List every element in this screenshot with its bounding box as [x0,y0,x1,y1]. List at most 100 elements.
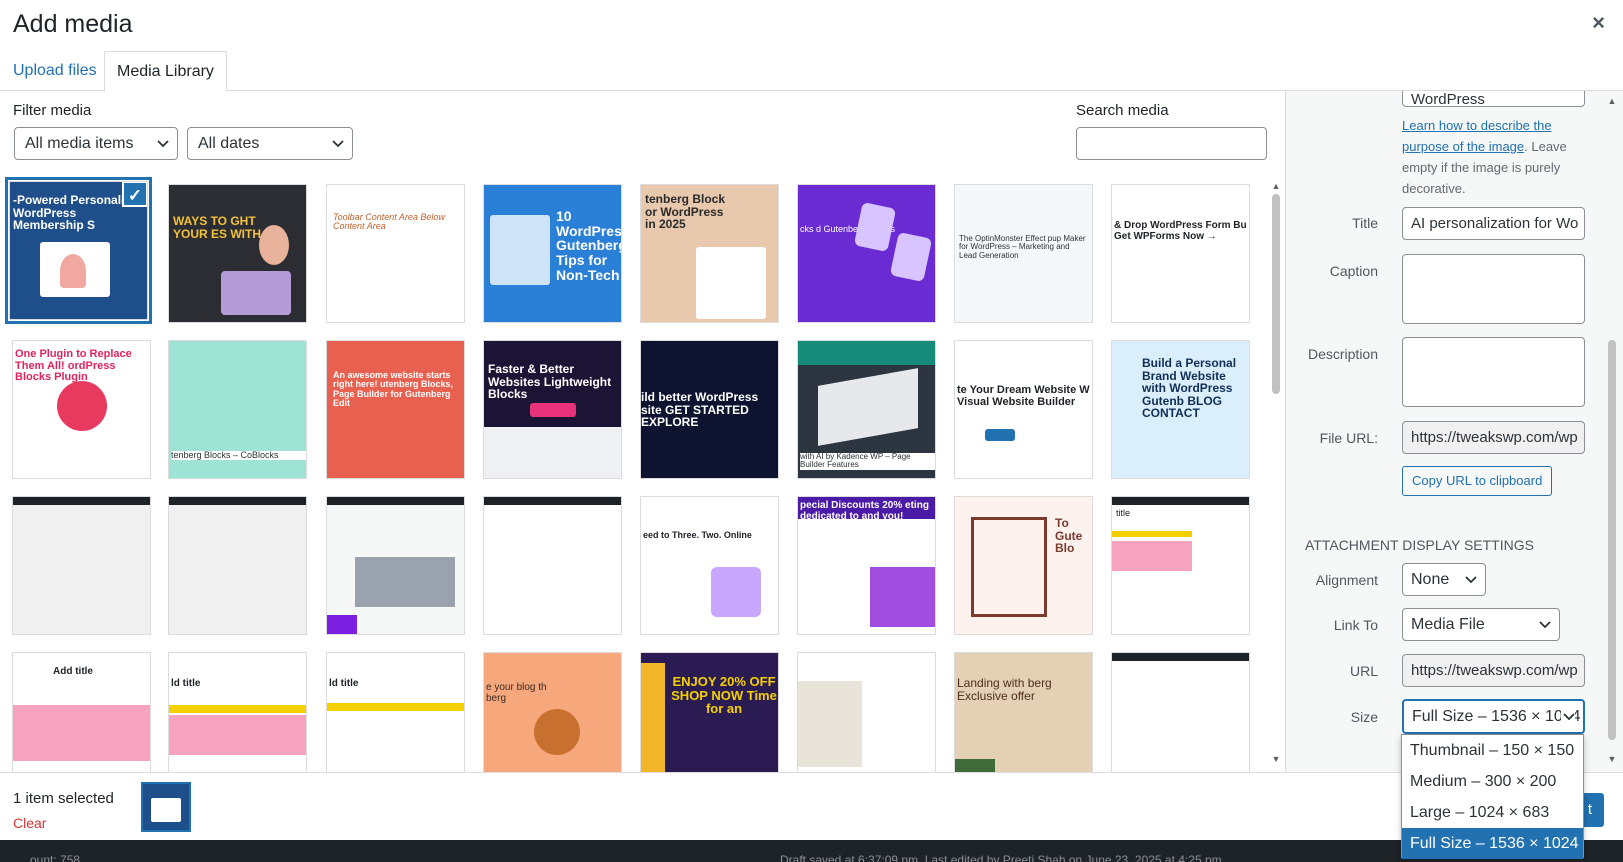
file-url-field[interactable]: https://tweakswp.com/wp [1402,421,1585,454]
search-media-input[interactable] [1076,127,1267,160]
chevron-down-icon [1561,701,1575,732]
scroll-up-icon[interactable]: ▲ [1270,180,1282,192]
thumbnail-text: ld title [171,678,201,689]
thumbnail-text: ild better WordPress site GET STARTED EX… [641,390,759,430]
selection-count: 1 item selected [13,790,114,807]
media-thumbnail[interactable] [483,496,622,635]
thumbnail-text: Landing with berg Exclusive offer [957,676,1052,703]
size-dropdown-list: Thumbnail – 150 × 150 Medium – 300 × 200… [1401,734,1584,859]
grid-scrollbar[interactable]: ▲ ▼ [1270,180,1282,765]
title-field[interactable]: AI personalization for Wo [1402,207,1585,240]
tab-upload-files[interactable]: Upload files [1,51,109,91]
media-thumbnail[interactable]: & Drop WordPress Form Bu Get WPForms Now… [1111,184,1250,323]
thumbnail-text: ld title [329,678,359,689]
media-thumbnail[interactable]: Toolbar Content Area Below Content Area [326,184,465,323]
sidebar-scrollbar[interactable]: ▲ ▼ [1606,95,1618,765]
title-label: Title [1352,215,1378,231]
display-settings-heading: Attachment Display Settings [1305,537,1534,553]
chevron-down-icon [1463,564,1477,595]
caption-label: Caption [1329,263,1378,279]
media-thumbnail[interactable]: Landing with berg Exclusive offer [954,652,1093,772]
link-to-select[interactable]: Media File [1402,608,1560,641]
size-option-medium[interactable]: Medium – 300 × 200 [1402,766,1583,797]
media-thumbnail[interactable]: The OptinMonster Effect pup Maker for Wo… [954,184,1093,323]
copy-url-button[interactable]: Copy URL to clipboard [1402,466,1553,496]
thumbnail-text: WAYS TO GHT YOUR ES WITH [173,214,262,241]
file-url-label: File URL: [1319,430,1378,446]
modal-title: Add media [13,10,133,38]
media-thumbnail[interactable]: An awesome website starts right here! ut… [326,340,465,479]
media-thumbnail[interactable]: with AI by Kadence WP – Page Builder Fea… [797,340,936,479]
checkmark-icon[interactable]: ✓ [122,182,147,207]
media-thumbnail[interactable]: cks d Gutenberg Blocks [797,184,936,323]
chevron-down-icon [332,128,344,170]
media-thumbnail[interactable] [797,652,936,772]
alignment-select[interactable]: None [1402,563,1486,596]
alt-text-field[interactable]: WordPress [1402,91,1585,107]
attachment-details-sidebar: WordPress Learn how to describe the purp… [1285,91,1623,772]
media-thumbnail[interactable]: eed to Three. Two. Online [640,496,779,635]
search-media-label: Search media [1076,102,1169,119]
media-thumbnail[interactable] [326,496,465,635]
media-thumbnail[interactable]: title [1111,496,1250,635]
tab-media-library[interactable]: Media Library [104,51,227,92]
media-thumbnail[interactable]: Faster & Better Websites Lightweight Blo… [483,340,622,479]
thumbnail-text: title [1116,508,1131,518]
thumbnail-text: with AI by Kadence WP – Page Builder Fea… [800,452,935,470]
editor-status-bar: ount: 758 Draft saved at 6:37:09 pm. Las… [0,840,1623,862]
thumbnail-text: Build a Personal Brand Website with Word… [1142,356,1237,421]
date-filter-select[interactable]: All dates [187,127,353,160]
media-thumbnail[interactable]: ld title [326,652,465,772]
media-thumbnail[interactable]: To Gute Blo [954,496,1093,635]
media-type-select[interactable]: All media items [14,127,178,160]
media-thumbnail[interactable]: ld title [168,652,307,772]
media-thumbnail[interactable]: pecial Discounts 20% eting dedicated to … [797,496,936,635]
thumbnail-text: tenberg Block or WordPress in 2025 [645,192,726,232]
description-label: Description [1307,346,1378,362]
selected-thumbnail[interactable] [141,782,191,832]
thumbnail-text: Faster & Better Websites Lightweight Blo… [488,362,612,402]
media-type-value: All media items [25,135,134,152]
media-thumbnail[interactable]: WAYS TO GHT YOUR ES WITH [168,184,307,323]
size-select[interactable]: Full Size – 1536 × 1024 [1402,699,1585,734]
size-option-thumbnail[interactable]: Thumbnail – 150 × 150 [1402,735,1583,766]
scroll-down-icon[interactable]: ▼ [1270,753,1282,765]
media-thumbnail[interactable] [168,496,307,635]
thumbnail-text: The OptinMonster Effect pup Maker for Wo… [959,234,1086,260]
media-thumbnail[interactable] [12,496,151,635]
link-to-label: Link To [1333,617,1378,633]
thumbnail-text: 10 WordPress Gutenberg Tips for Non-Tech [556,208,622,283]
media-thumbnail[interactable]: ENJOY 20% OFF SHOP NOW Time for an [640,652,779,772]
size-value: Full Size – 1536 × 1024 [1412,708,1581,725]
clear-selection-link[interactable]: Clear [13,815,46,831]
alignment-label: Alignment [1315,572,1378,588]
close-icon[interactable]: × [1592,12,1605,34]
filter-media-label: Filter media [13,102,92,119]
url-field[interactable]: https://tweakswp.com/wp [1402,654,1585,687]
scrollbar-thumb[interactable] [1608,340,1616,740]
media-thumbnail[interactable]: e your blog th berg [483,652,622,772]
media-thumbnail[interactable]: Add title [12,652,151,772]
thumbnail-text: eed to Three. Two. Online [643,530,752,540]
media-grid: -Powered Personaliz WordPress Membership… [0,172,1255,772]
scroll-up-icon[interactable]: ▲ [1606,95,1618,107]
media-thumbnail[interactable]: 10 WordPress Gutenberg Tips for Non-Tech [483,184,622,323]
media-thumbnail[interactable]: tenberg Blocks – CoBlocks [168,340,307,479]
media-thumbnail[interactable] [1111,652,1250,772]
size-option-large[interactable]: Large – 1024 × 683 [1402,797,1583,828]
media-thumbnail[interactable]: One Plugin to Replace Them All! ordPress… [12,340,151,479]
thumbnail-text: Add title [53,666,93,677]
thumbnail-text: Toolbar Content Area Below Content Area [333,212,445,232]
media-thumbnail[interactable]: ild better WordPress site GET STARTED EX… [640,340,779,479]
media-thumbnail[interactable]: te Your Dream Website W Visual Website B… [954,340,1093,479]
size-option-full[interactable]: Full Size – 1536 × 1024 [1402,828,1583,859]
size-label: Size [1350,709,1378,725]
description-field[interactable] [1402,337,1585,407]
scroll-down-icon[interactable]: ▼ [1606,753,1618,765]
caption-field[interactable] [1402,254,1585,324]
media-thumbnail[interactable]: -Powered Personaliz WordPress Membership… [5,177,152,324]
scrollbar-thumb[interactable] [1272,194,1280,394]
media-thumbnail[interactable]: Build a Personal Brand Website with Word… [1111,340,1250,479]
draft-status: Draft saved at 6:37:09 pm. Last edited b… [780,853,1222,862]
media-thumbnail[interactable]: tenberg Block or WordPress in 2025 [640,184,779,323]
